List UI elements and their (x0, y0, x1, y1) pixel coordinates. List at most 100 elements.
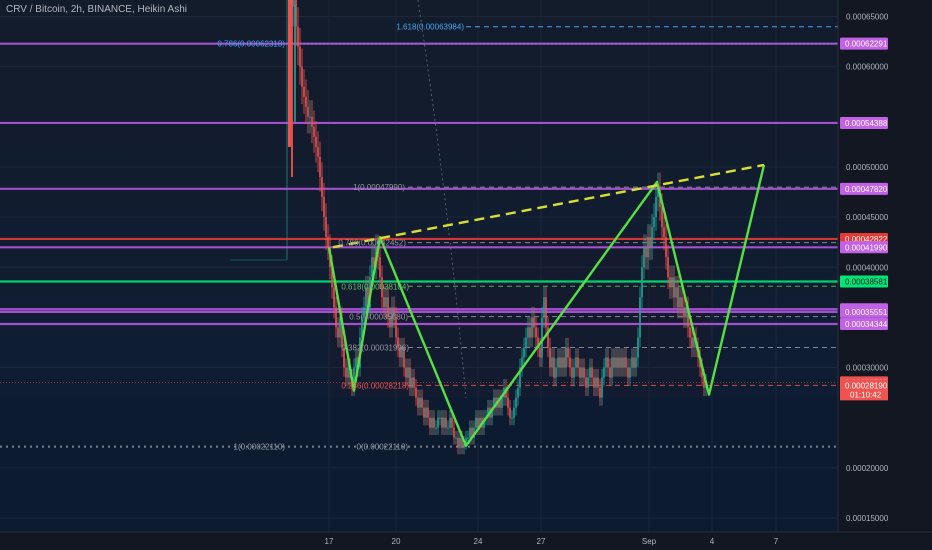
candle-body (315, 136, 317, 147)
candle-body (379, 257, 381, 278)
candle-body (467, 437, 469, 439)
candle-body (423, 407, 425, 418)
candle-body (469, 427, 471, 438)
candle-body (523, 347, 525, 358)
candle-body (511, 417, 513, 419)
candle-body (509, 407, 511, 418)
candle-body (663, 227, 665, 238)
candle-body (549, 347, 551, 368)
candle-body (425, 407, 427, 418)
candle-body (585, 377, 587, 388)
level-badge: 0.00034344 (845, 320, 888, 329)
candle-body (577, 357, 579, 368)
candle-body (501, 397, 503, 408)
candle-body (385, 297, 387, 308)
candle-body (459, 437, 461, 448)
x-tick-label: 4 (710, 537, 715, 546)
candle-body (311, 116, 313, 127)
candle-body (571, 367, 573, 378)
candle-body (581, 367, 583, 378)
candle-body (333, 287, 335, 308)
candle-body (559, 357, 561, 368)
candle-body (545, 297, 547, 328)
candle-body (303, 86, 305, 97)
price-badge: 0.00028190 (845, 382, 888, 391)
y-tick-label: 0.00045000 (846, 213, 889, 222)
candle-body (617, 357, 619, 368)
chart-root[interactable]: 1(0.00047990) 0.786(0.00042452) 0.618(0.00… (0, 0, 932, 550)
y-tick-label: 0.00015000 (846, 514, 889, 523)
candle-body (383, 297, 385, 308)
candle-body (553, 357, 555, 378)
candle-body (453, 427, 455, 438)
candle-body (541, 317, 543, 358)
candle-body (593, 377, 595, 388)
candle-body (671, 277, 673, 288)
candle-body (431, 417, 433, 428)
candle-body (455, 437, 457, 439)
candle-body (583, 367, 585, 378)
x-tick-label: 24 (474, 537, 483, 546)
candle-body (665, 237, 667, 258)
candle-body (643, 247, 645, 268)
candle-body (527, 327, 529, 338)
candle-body (355, 357, 357, 368)
candle-body (563, 357, 565, 368)
candle-body (589, 367, 591, 378)
candle-body (451, 417, 453, 428)
y-tick-label: 0.00050000 (846, 163, 889, 172)
candle-body (565, 347, 567, 368)
candle-body (623, 357, 625, 368)
candle-body (679, 297, 681, 308)
candle-body (645, 247, 647, 258)
candle-body (327, 237, 329, 248)
level-badge: 0.00062291 (845, 40, 888, 49)
candle-body (407, 367, 409, 378)
candle-body (317, 146, 319, 157)
candle-body (321, 176, 323, 198)
candle-body (439, 417, 441, 419)
candle-body (641, 267, 643, 298)
candle-body (529, 327, 531, 338)
candle-body (677, 287, 679, 308)
candle-body (675, 287, 677, 298)
candle-body (441, 417, 443, 428)
candle-body (597, 377, 599, 388)
candle-body (405, 367, 407, 378)
candle-body (347, 367, 349, 378)
candle-body (429, 417, 431, 428)
chart-canvas[interactable]: 1(0.00047990) 0.786(0.00042452) 0.618(0.00… (0, 0, 932, 550)
candle-body (619, 357, 621, 368)
fib-label: 0(0.00022110) (357, 443, 409, 452)
candle-body (661, 207, 663, 228)
x-tick-label: Sep (642, 537, 657, 546)
candle-body (621, 357, 623, 368)
candle-body (615, 357, 617, 368)
symbol-legend: CRV / Bitcoin, 2h, BINANCE, Heikin Ashi (6, 4, 187, 15)
y-tick-label: 0.00030000 (846, 364, 889, 373)
candle-body (421, 397, 423, 408)
candle-body (579, 367, 581, 378)
candle-body (319, 156, 321, 177)
x-tick-label: 17 (325, 537, 334, 546)
level-badge: 0.00047820 (845, 185, 888, 194)
fib-label: 0.236(0.00028218) (341, 381, 409, 390)
x-tick-label: 20 (392, 537, 401, 546)
time-axis-background (0, 532, 932, 550)
level-badge: 0.00041990 (845, 243, 888, 252)
candle-body (639, 297, 641, 338)
candle-body (595, 377, 597, 388)
candle-body (435, 427, 437, 429)
candle-body (651, 227, 653, 248)
candle-body (437, 417, 439, 428)
candle-body (457, 437, 459, 448)
candle-body (409, 367, 411, 388)
candle-body (313, 126, 315, 137)
candle-body (681, 297, 683, 308)
candle-body (291, 0, 293, 177)
candle-body (625, 357, 627, 368)
candle-body (307, 106, 309, 117)
candle-body (305, 96, 307, 107)
candle-body (517, 387, 519, 398)
candle-body (631, 357, 633, 368)
